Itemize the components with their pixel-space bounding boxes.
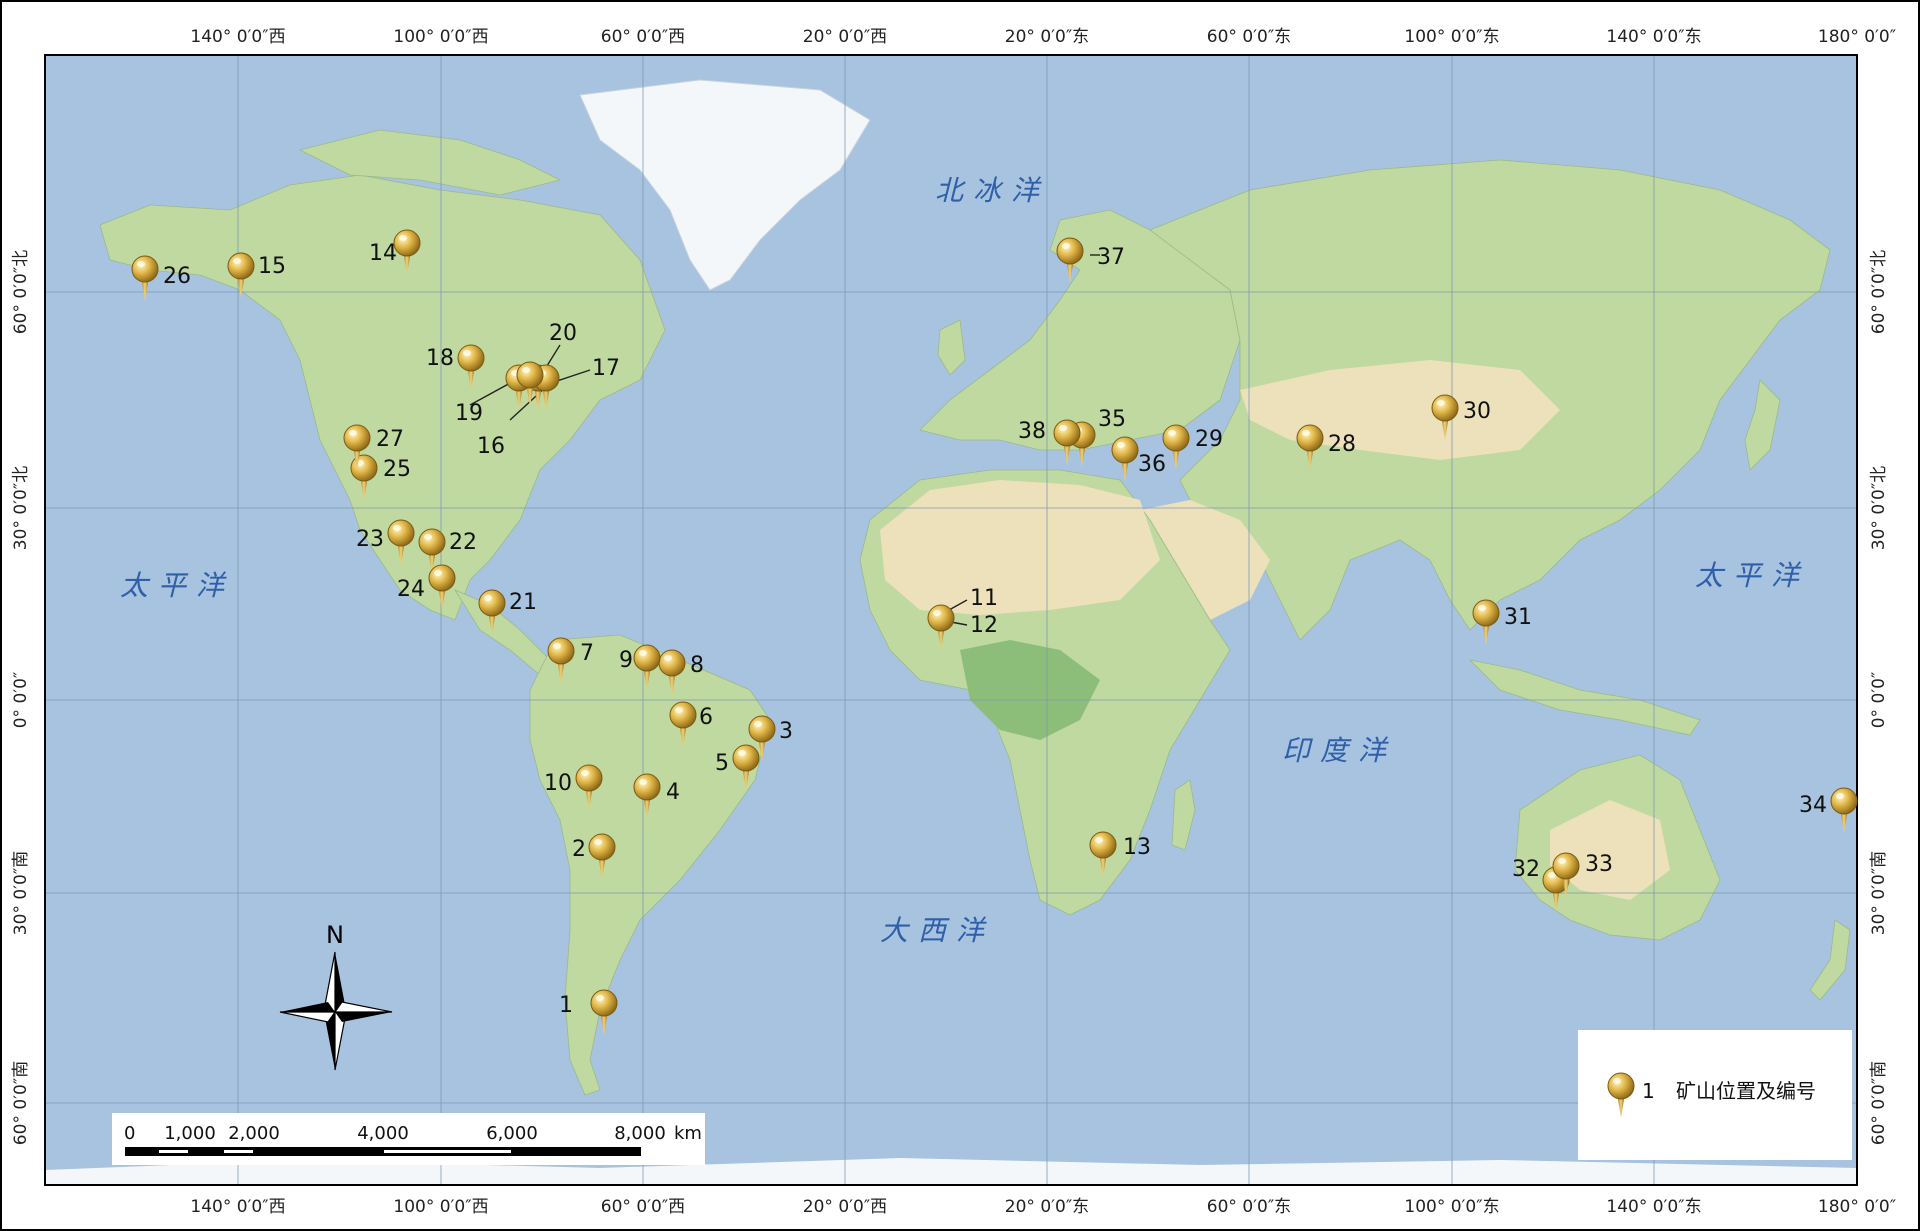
north-label: N xyxy=(326,921,344,949)
mine-label-18: 18 xyxy=(426,346,454,371)
bottom-axis-label: 60° 0′0″东 xyxy=(1207,1197,1291,1217)
mine-label-29: 29 xyxy=(1195,427,1223,452)
bottom-axis-label: 100° 0′0″西 xyxy=(393,1197,488,1217)
mine-label-24: 24 xyxy=(397,577,425,602)
mine-label-30: 30 xyxy=(1463,399,1491,424)
mine-marker-12: 12 xyxy=(970,613,998,638)
legend: 1 矿山位置及编号 xyxy=(1578,1030,1852,1160)
bottom-axis-label: 140° 0′0″东 xyxy=(1606,1197,1701,1217)
mine-label-22: 22 xyxy=(449,530,477,555)
right-axis-label: 60° 0′0″南 xyxy=(1869,1061,1889,1145)
mine-label-21: 21 xyxy=(509,590,537,615)
mine-label-10: 10 xyxy=(544,771,572,796)
right-axis-label: 0° 0′0″ xyxy=(1869,672,1889,729)
mine-label-35: 35 xyxy=(1098,407,1126,432)
top-axis-label: 100° 0′0″西 xyxy=(393,27,488,47)
bottom-axis-label: 140° 0′0″西 xyxy=(190,1197,285,1217)
bottom-axis-labels: 140° 0′0″西 100° 0′0″西 60° 0′0″西 20° 0′0″西 20… xyxy=(190,1197,1896,1217)
scale-unit: km xyxy=(674,1123,702,1144)
mine-label-27: 27 xyxy=(376,427,404,452)
mine-label-12: 12 xyxy=(970,613,998,638)
top-axis-label: 100° 0′0″东 xyxy=(1404,27,1499,47)
mine-label-34: 34 xyxy=(1799,793,1827,818)
left-axis-label: 30° 0′0″南 xyxy=(11,851,31,935)
bottom-axis-label: 60° 0′0″西 xyxy=(601,1197,685,1217)
right-axis-label: 30° 0′0″北 xyxy=(1869,466,1889,550)
sahara-desert xyxy=(880,480,1160,615)
scale-label-4000: 4,000 xyxy=(357,1123,409,1144)
mine-label-17: 17 xyxy=(592,356,620,381)
top-axis-label: 60° 0′0″西 xyxy=(601,27,685,47)
world-map: 140° 0′0″西 100° 0′0″西 60° 0′0″西 20° 0′0″西 20… xyxy=(0,0,1920,1231)
scale-label-1000: 1,000 xyxy=(164,1123,216,1144)
left-axis-label: 0° 0′0″ xyxy=(11,672,31,729)
left-axis-label: 60° 0′0″南 xyxy=(11,1061,31,1145)
mine-label-14: 14 xyxy=(369,241,397,266)
mine-label-28: 28 xyxy=(1328,432,1356,457)
mine-label-15: 15 xyxy=(258,254,286,279)
mine-label-38: 38 xyxy=(1018,419,1046,444)
ocean-label-arctic: 北冰洋 xyxy=(935,174,1049,207)
scale-label-8000: 8,000 xyxy=(614,1123,666,1144)
legend-label: 矿山位置及编号 xyxy=(1676,1079,1816,1103)
bottom-axis-label: 20° 0′0″西 xyxy=(803,1197,887,1217)
bottom-axis-label: 180° 0′0″ xyxy=(1818,1197,1896,1217)
mine-label-23: 23 xyxy=(356,527,384,552)
mine-label-5: 5 xyxy=(715,751,729,776)
ocean-label-pacific-west: 太平洋 xyxy=(120,569,234,602)
top-axis-label: 140° 0′0″东 xyxy=(1606,27,1701,47)
top-axis-labels: 140° 0′0″西 100° 0′0″西 60° 0′0″西 20° 0′0″西 20… xyxy=(190,27,1896,47)
mine-label-3: 3 xyxy=(779,719,793,744)
top-axis-label: 140° 0′0″西 xyxy=(190,27,285,47)
mine-label-32: 32 xyxy=(1512,857,1540,882)
mine-label-8: 8 xyxy=(690,653,704,678)
mine-label-20: 20 xyxy=(549,321,577,346)
bottom-axis-label: 20° 0′0″东 xyxy=(1005,1197,1089,1217)
mine-label-16: 16 xyxy=(477,434,505,459)
mine-label-13: 13 xyxy=(1123,835,1151,860)
mine-label-2: 2 xyxy=(572,837,586,862)
mine-label-33: 33 xyxy=(1585,852,1613,877)
mine-label-26: 26 xyxy=(163,264,191,289)
mine-label-31: 31 xyxy=(1504,605,1532,630)
mine-label-6: 6 xyxy=(699,705,713,730)
mine-label-4: 4 xyxy=(666,780,680,805)
top-axis-label: 20° 0′0″东 xyxy=(1005,27,1089,47)
ocean-label-indian: 印度洋 xyxy=(1282,734,1396,767)
top-axis-label: 60° 0′0″东 xyxy=(1207,27,1291,47)
scale-label-2000: 2,000 xyxy=(228,1123,280,1144)
bottom-axis-label: 100° 0′0″东 xyxy=(1404,1197,1499,1217)
top-axis-label: 180° 0′0″ xyxy=(1818,27,1896,47)
right-axis-label: 30° 0′0″南 xyxy=(1869,851,1889,935)
mine-label-1: 1 xyxy=(559,993,573,1018)
left-axis-label: 30° 0′0″北 xyxy=(11,466,31,550)
ocean-label-atlantic: 大西洋 xyxy=(880,914,994,947)
right-axis-label: 60° 0′0″北 xyxy=(1869,250,1889,334)
mine-label-36: 36 xyxy=(1138,452,1166,477)
mine-label-37: 37 xyxy=(1097,245,1125,270)
scale-label-6000: 6,000 xyxy=(486,1123,538,1144)
mine-label-7: 7 xyxy=(580,641,594,666)
top-axis-label: 20° 0′0″西 xyxy=(803,27,887,47)
mine-label-19: 19 xyxy=(455,401,483,426)
scale-bar: 0 1,000 2,000 4,000 6,000 8,000 km xyxy=(112,1113,705,1165)
mine-label-9: 9 xyxy=(619,648,633,673)
legend-number: 1 xyxy=(1642,1079,1655,1103)
scale-label-0: 0 xyxy=(124,1123,135,1144)
ocean-label-pacific-east: 太平洋 xyxy=(1695,559,1809,592)
mine-label-25: 25 xyxy=(383,457,411,482)
left-axis-label: 60° 0′0″北 xyxy=(11,250,31,334)
mine-label-11: 11 xyxy=(970,586,998,611)
